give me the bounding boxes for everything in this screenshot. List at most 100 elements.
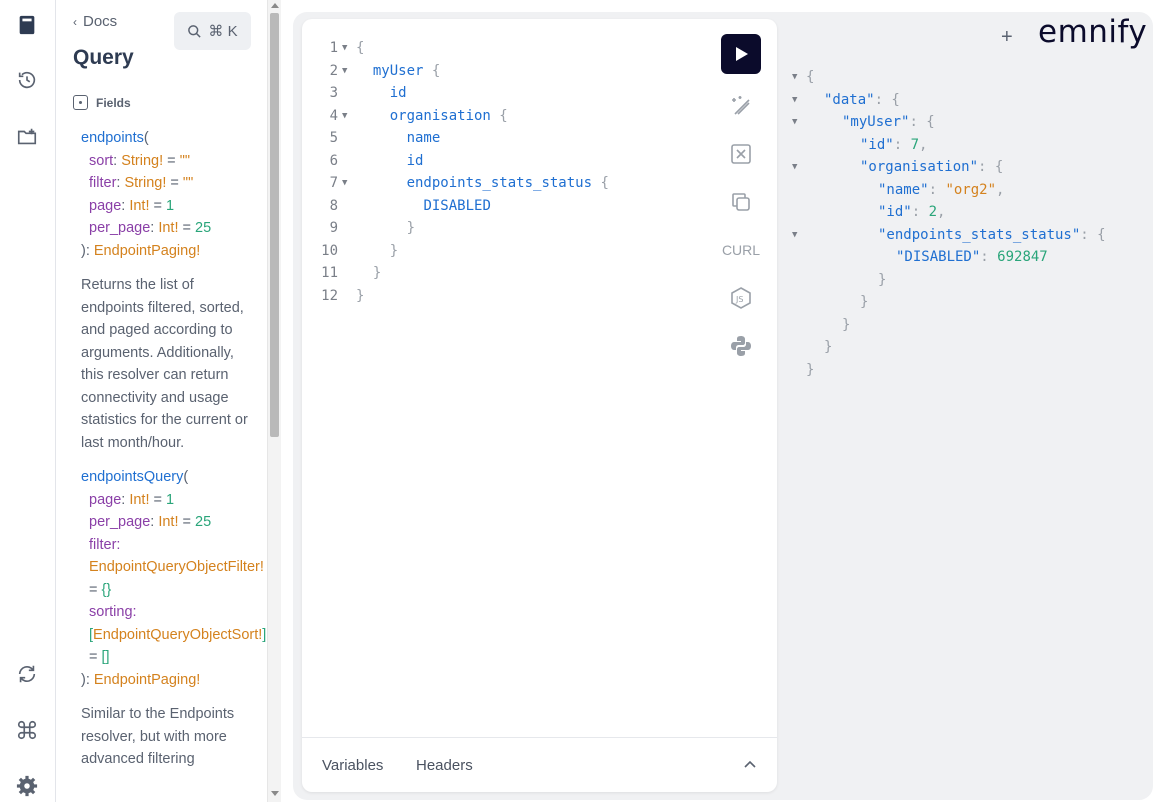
- arg-type-link[interactable]: String!: [124, 175, 166, 191]
- add-tab-button[interactable]: +: [1001, 26, 1013, 49]
- field-endpoints: endpoints( sort: String! = "" filter: Str…: [81, 127, 267, 454]
- line-number: 7: [329, 175, 338, 191]
- arg-default: "": [182, 175, 194, 191]
- result-text: "name": "org2",: [878, 181, 1005, 198]
- code-line[interactable]: 7 ▼ endpoints_stats_status {: [302, 172, 702, 195]
- code-line[interactable]: 4 ▼ organisation {: [302, 105, 702, 128]
- refetch-schema-icon[interactable]: [14, 661, 40, 687]
- arg-name[interactable]: page: [89, 198, 121, 214]
- tab-headers[interactable]: Headers: [416, 757, 473, 774]
- fold-toggle-icon[interactable]: ▼: [792, 111, 797, 134]
- fold-toggle-icon[interactable]: ▼: [792, 224, 797, 247]
- code-text: endpoints_stats_status {: [406, 175, 609, 191]
- emnify-logo: emnify: [1038, 14, 1148, 50]
- fold-toggle-icon[interactable]: ▼: [792, 89, 797, 112]
- code-line[interactable]: 1 ▼ {: [302, 37, 702, 60]
- line-number: 6: [329, 152, 338, 169]
- copy-curl-button[interactable]: CURL: [721, 234, 761, 266]
- collections-folder-icon[interactable]: [14, 124, 40, 150]
- return-type-link[interactable]: EndpointPaging!: [94, 672, 200, 688]
- copy-query-button[interactable]: [721, 186, 761, 218]
- docs-search-button[interactable]: ⌘ K: [174, 12, 251, 50]
- docs-panel: ‹ Docs ⌘ K Query Fields endpoints( sort:…: [57, 0, 267, 802]
- return-type-link[interactable]: EndpointPaging!: [94, 243, 200, 259]
- field-name-link[interactable]: endpoints: [81, 130, 144, 146]
- code-line[interactable]: 11 }: [302, 262, 702, 285]
- code-text: name: [406, 130, 441, 146]
- code-line[interactable]: 8 DISABLED: [302, 195, 702, 218]
- arg-name[interactable]: sorting:: [89, 604, 137, 620]
- query-code[interactable]: 1 ▼{2 ▼ myUser {3 id 4 ▼ organisation {5 nam…: [302, 37, 702, 307]
- history-icon[interactable]: [14, 67, 40, 93]
- run-query-button[interactable]: [721, 34, 761, 74]
- arg-row: filter: String! = "": [89, 175, 194, 191]
- shortcuts-command-icon[interactable]: [14, 717, 40, 743]
- code-text: }: [356, 287, 365, 304]
- fold-toggle-icon[interactable]: ▼: [342, 60, 347, 83]
- arg-name[interactable]: per_page: [89, 220, 150, 236]
- code-text: id: [406, 152, 424, 169]
- copy-python-button[interactable]: [721, 330, 761, 362]
- copy-js-button[interactable]: JS: [721, 282, 761, 314]
- settings-gear-icon[interactable]: [14, 773, 40, 799]
- editor-toolbar: CURL JS: [721, 34, 761, 362]
- arg-default: {}: [101, 581, 112, 598]
- fold-toggle-icon[interactable]: ▼: [342, 105, 347, 128]
- arg-default: 1: [166, 197, 175, 214]
- arg-type-link[interactable]: Int!: [129, 198, 149, 214]
- arg-type-link[interactable]: EndpointQueryObjectFilter!: [89, 559, 264, 575]
- code-line[interactable]: 12}: [302, 285, 702, 308]
- chevron-up-icon[interactable]: [743, 758, 757, 777]
- tab-variables[interactable]: Variables: [322, 757, 383, 774]
- scrollbar-thumb[interactable]: [270, 13, 279, 437]
- arg-name[interactable]: filter:: [89, 537, 120, 553]
- line-number: 11: [321, 265, 338, 281]
- docs-scrollbar[interactable]: [267, 0, 281, 802]
- arg-row: page: Int! = 1: [89, 197, 175, 214]
- fields-list: endpoints( sort: String! = "" filter: Str…: [81, 127, 267, 771]
- arg-type-link[interactable]: EndpointQueryObjectSort!: [93, 627, 262, 643]
- result-text: {: [806, 69, 815, 85]
- arg-default: 25: [195, 220, 212, 236]
- merge-fragments-button[interactable]: [721, 138, 761, 170]
- fold-toggle-icon[interactable]: ▼: [792, 66, 797, 89]
- arg-row: sort: String! = "": [89, 152, 190, 169]
- docs-back-button[interactable]: ‹ Docs: [73, 13, 117, 30]
- arg-name[interactable]: filter: [89, 175, 116, 191]
- python-icon: [731, 336, 751, 356]
- line-number: 3: [329, 85, 338, 101]
- field-description: Similar to the Endpoints resolver, but w…: [81, 706, 235, 767]
- line-number: 1: [329, 40, 338, 56]
- code-line[interactable]: 3 id: [302, 82, 702, 105]
- magic-wand-icon: [732, 96, 750, 115]
- code-line[interactable]: 9 }: [302, 217, 702, 240]
- fold-toggle-icon[interactable]: ▼: [342, 172, 347, 195]
- result-text: }: [824, 339, 833, 355]
- arg-type-link[interactable]: String!: [121, 153, 163, 169]
- fold-toggle-icon[interactable]: ▼: [342, 37, 347, 60]
- code-line[interactable]: 2 ▼ myUser {: [302, 60, 702, 83]
- prettify-button[interactable]: [721, 90, 761, 122]
- arg-type-link[interactable]: Int!: [158, 514, 178, 530]
- code-line[interactable]: 10 }: [302, 240, 702, 263]
- scroll-down-arrow-icon[interactable]: [271, 791, 279, 796]
- search-shortcut-label: ⌘ K: [208, 23, 238, 40]
- arg-default: "": [179, 152, 190, 169]
- arg-name[interactable]: sort: [89, 153, 113, 169]
- arg-name[interactable]: per_page: [89, 514, 150, 530]
- docs-page-title: Query: [73, 46, 134, 69]
- query-editor[interactable]: 1 ▼{2 ▼ myUser {3 id 4 ▼ organisation {5 nam…: [302, 19, 777, 792]
- code-text: }: [389, 242, 399, 259]
- arg-default: 25: [195, 514, 212, 530]
- fold-toggle-icon[interactable]: ▼: [792, 156, 797, 179]
- arg-name[interactable]: page: [89, 492, 121, 508]
- main-area: 1 ▼{2 ▼ myUser {3 id 4 ▼ organisation {5 nam…: [281, 0, 1156, 802]
- docs-book-icon[interactable]: [14, 12, 40, 38]
- arg-type-link[interactable]: Int!: [129, 492, 149, 508]
- code-line[interactable]: 6 id: [302, 150, 702, 173]
- code-line[interactable]: 5 name: [302, 127, 702, 150]
- field-name-link[interactable]: endpointsQuery: [81, 469, 183, 485]
- arg-type-link[interactable]: Int!: [158, 220, 178, 236]
- result-text: }: [806, 361, 815, 378]
- scroll-up-arrow-icon[interactable]: [271, 3, 279, 8]
